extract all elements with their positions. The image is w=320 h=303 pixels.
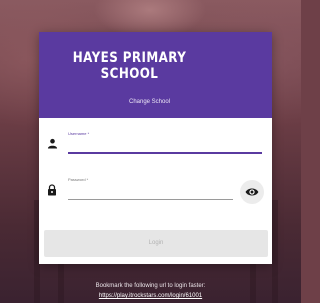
password-input[interactable] [68, 187, 233, 197]
bookmark-text: Bookmark the following url to login fast… [95, 283, 206, 289]
eye-icon [245, 188, 259, 196]
password-label: Password * [68, 177, 89, 182]
lock-icon [48, 184, 56, 196]
person-icon [47, 138, 58, 149]
login-button[interactable]: Login [44, 230, 268, 257]
card-header: HAYES PRIMARY SCHOOL Change School [39, 32, 272, 118]
username-underline [68, 152, 262, 154]
username-input[interactable] [68, 139, 262, 149]
password-underline [68, 199, 233, 200]
change-school-link[interactable]: Change School [129, 99, 170, 105]
username-label: Username * [68, 131, 90, 136]
school-name: HAYES PRIMARY SCHOOL [72, 50, 187, 82]
show-password-button[interactable] [240, 180, 264, 204]
bookmark-url-link[interactable]: https://play.itrockstars.com/login/61001 [0, 292, 301, 300]
